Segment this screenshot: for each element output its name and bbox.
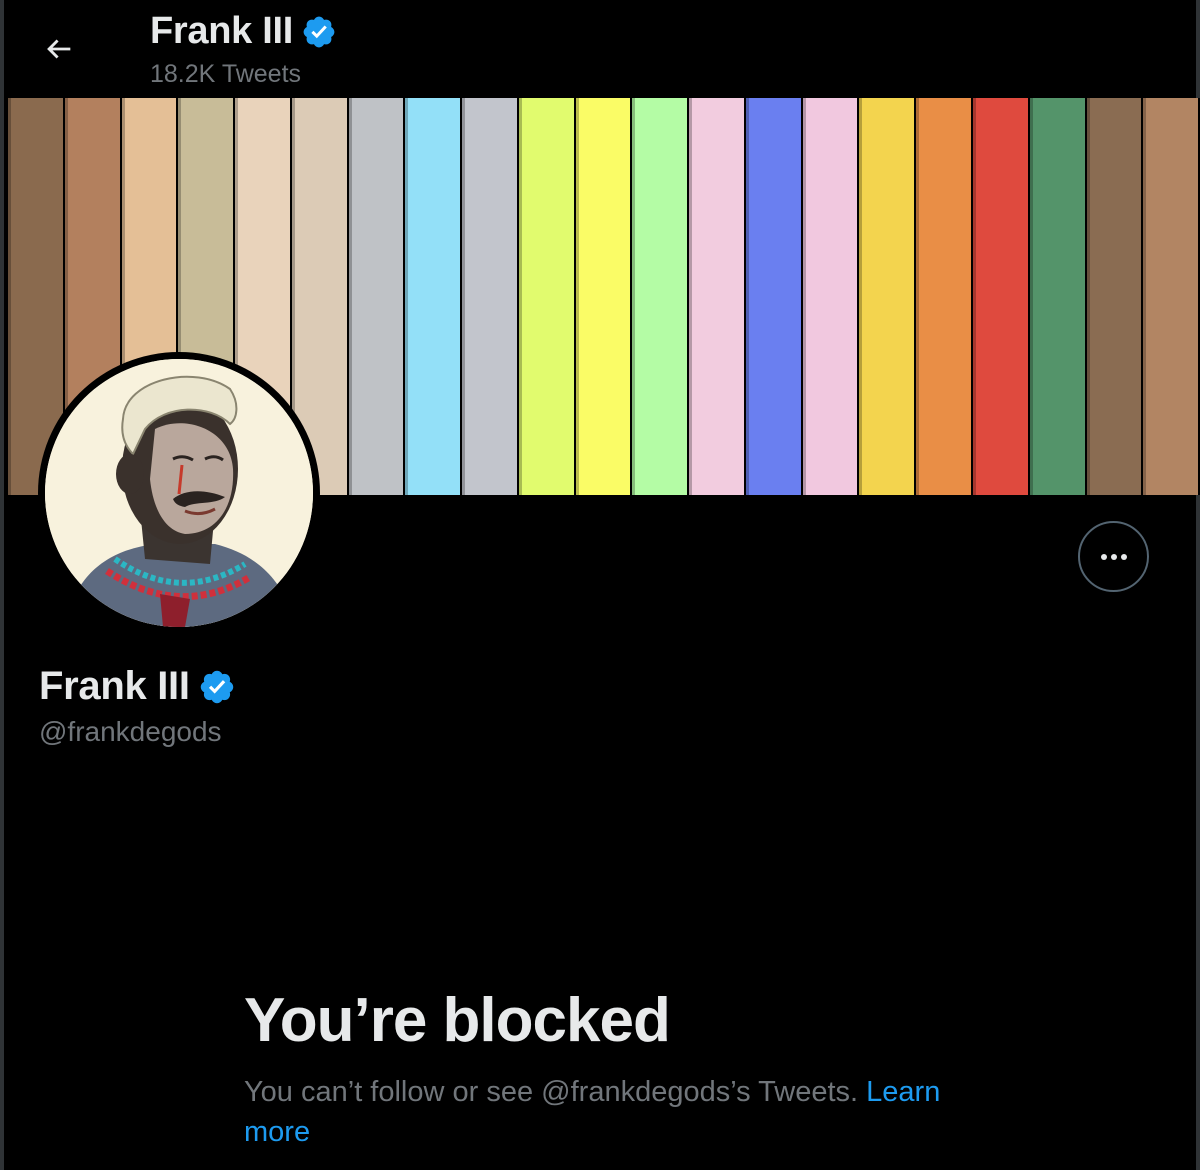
banner-stripe — [632, 98, 690, 495]
back-arrow-icon — [47, 39, 71, 59]
banner-stripe — [1086, 98, 1144, 495]
banner-stripe — [1029, 98, 1087, 495]
verified-badge-icon — [303, 16, 335, 47]
more-dots-icon — [1100, 553, 1127, 560]
blocked-description: You can’t follow or see @frankdegods’s T… — [244, 1072, 1004, 1152]
banner-stripe — [916, 98, 974, 495]
banner-stripe — [859, 98, 917, 495]
banner-stripe — [802, 98, 860, 495]
banner-stripe — [745, 98, 803, 495]
banner-stripe — [348, 98, 406, 495]
banner-stripe — [1143, 98, 1200, 495]
verified-badge-icon — [200, 670, 233, 703]
banner-stripe — [518, 98, 576, 495]
profile-name-row: Frank III — [39, 664, 236, 709]
banner-stripe — [405, 98, 463, 495]
header-title: Frank III — [150, 10, 337, 53]
back-button[interactable] — [30, 20, 88, 78]
banner-stripe — [462, 98, 519, 495]
avatar-illustration — [45, 359, 313, 627]
banner-stripe — [575, 98, 633, 495]
blocked-description-text: You can’t follow or see @frankdegods’s T… — [244, 1076, 867, 1108]
header-name: Frank III — [150, 10, 294, 52]
banner-stripe — [973, 98, 1030, 495]
profile-display-name: Frank III — [39, 664, 190, 708]
tweets-count: 18.2K Tweets — [150, 60, 302, 88]
profile-avatar[interactable] — [38, 352, 320, 634]
profile-handle: @frankdegods — [39, 716, 222, 747]
avatar-image — [45, 359, 313, 627]
banner-stripe — [689, 98, 746, 495]
more-options-button[interactable] — [1078, 521, 1149, 592]
profile-page: Frank III 18.2K Tweets Frank III @frankd… — [0, 0, 1200, 1170]
blocked-title: You’re blocked — [244, 986, 671, 1055]
top-header: Frank III 18.2K Tweets — [4, 0, 1200, 98]
